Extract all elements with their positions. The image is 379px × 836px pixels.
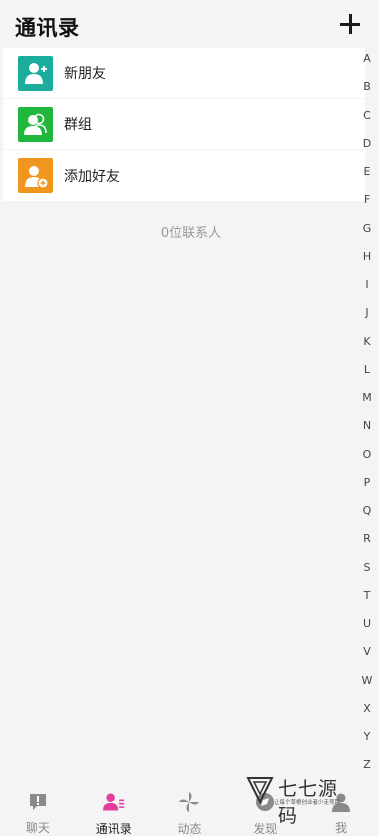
index-letter[interactable]: V <box>361 643 373 671</box>
index-letter[interactable]: N <box>361 417 373 445</box>
tab-chat[interactable]: 聊天 <box>0 786 76 836</box>
index-letter[interactable]: O <box>361 446 373 474</box>
index-letter[interactable]: X <box>361 700 373 728</box>
contacts-icon <box>102 791 125 813</box>
index-letter[interactable]: P <box>361 474 373 502</box>
tab-label: 聊天 <box>25 821 50 835</box>
menu-item-new-friends[interactable]: 新朋友 <box>3 48 365 99</box>
tab-label: 动态 <box>177 822 202 836</box>
pinwheel-icon <box>178 791 200 813</box>
group-icon <box>18 106 53 142</box>
index-letter[interactable]: Y <box>361 728 373 756</box>
header: 通讯录 <box>0 0 379 48</box>
index-letter[interactable]: F <box>361 191 373 219</box>
index-letter[interactable]: Q <box>361 502 373 530</box>
index-letter[interactable]: U <box>361 615 373 643</box>
index-letter[interactable]: W <box>361 672 373 700</box>
watermark-icon <box>246 777 274 804</box>
index-letter[interactable]: K <box>361 333 373 361</box>
menu-item-groups[interactable]: 群组 <box>3 99 365 150</box>
tab-label: 通讯录 <box>95 822 132 836</box>
index-letter[interactable]: D <box>361 135 373 163</box>
menu-label: 群组 <box>64 117 92 133</box>
tab-moments[interactable]: 动态 <box>152 786 228 836</box>
add-friend-icon <box>18 158 53 193</box>
menu-label: 添加好友 <box>64 168 120 185</box>
contact-count: 0位联系人 <box>160 226 222 241</box>
index-letter[interactable]: T <box>361 587 373 615</box>
alphabet-index[interactable]: ABCDEFGHIJKLMNOPQRSTUVWXYZ <box>361 50 373 785</box>
watermark-logo: 七七源码 让每个草根创业者少走弯路 <box>246 772 356 827</box>
index-letter[interactable]: I <box>361 276 373 304</box>
menu-label: 新朋友 <box>64 66 106 82</box>
menu-item-add-friend[interactable]: 添加好友 <box>3 150 365 201</box>
chat-icon <box>27 791 49 812</box>
index-letter[interactable]: L <box>361 361 373 389</box>
page-title: 通讯录 <box>15 16 80 40</box>
plus-icon[interactable] <box>339 13 361 35</box>
index-letter[interactable]: R <box>361 530 373 558</box>
index-letter[interactable]: E <box>361 163 373 191</box>
index-letter[interactable]: B <box>361 78 373 106</box>
watermark-subtitle: 让每个草根创业者少走弯路 <box>274 800 341 806</box>
index-letter[interactable]: J <box>361 304 373 332</box>
tab-contacts[interactable]: 通讯录 <box>76 786 152 836</box>
new-friend-icon <box>18 55 53 91</box>
index-letter[interactable]: S <box>361 559 373 587</box>
index-letter[interactable]: A <box>361 50 373 78</box>
index-letter[interactable]: M <box>361 389 373 417</box>
contacts-menu: 新朋友 群组 添加好友 <box>3 48 365 201</box>
index-letter[interactable]: G <box>361 220 373 248</box>
index-letter[interactable]: C <box>361 107 373 135</box>
tab-label: 发现 <box>253 822 278 836</box>
index-letter[interactable]: Z <box>361 756 373 784</box>
index-letter[interactable]: H <box>361 248 373 276</box>
